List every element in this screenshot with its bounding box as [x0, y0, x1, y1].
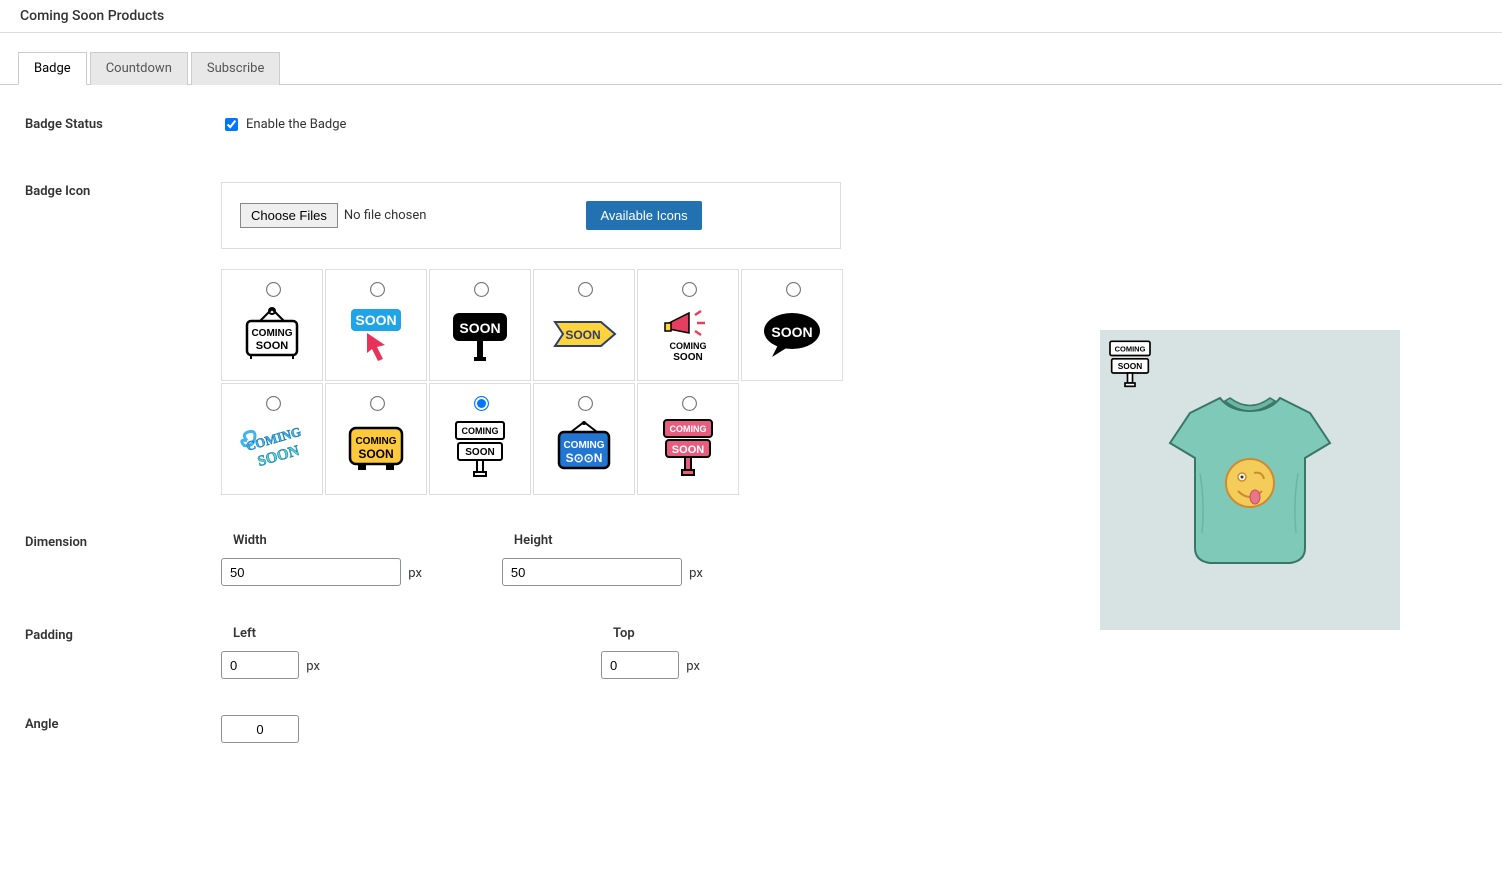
icon-option-11[interactable]: COMING SOON — [637, 383, 739, 495]
preview-badge-icon: COMING SOON — [1106, 338, 1154, 392]
badge-preview: COMING SOON — [1100, 330, 1400, 630]
icon-option-7[interactable]: COMING SOON — [221, 383, 323, 495]
padding-top-input[interactable] — [601, 651, 679, 679]
height-input[interactable] — [502, 558, 682, 586]
coming-soon-outline-sign-icon: COMING SOON — [444, 418, 516, 478]
svg-text:SOON: SOON — [459, 320, 500, 336]
height-unit: px — [689, 566, 703, 581]
icon-option-6[interactable]: SOON — [741, 269, 843, 381]
padding-top-label: Top — [613, 626, 700, 641]
coming-soon-megaphone-icon: COMING SOON — [652, 304, 724, 364]
svg-text:SOON: SOON — [673, 352, 702, 363]
tab-subscribe[interactable]: Subscribe — [191, 52, 280, 85]
coming-soon-pink-icon: COMING SOON — [652, 418, 724, 478]
icon-option-5[interactable]: COMING SOON — [637, 269, 739, 381]
svg-text:COMING: COMING — [1115, 344, 1146, 353]
tab-countdown[interactable]: Countdown — [90, 52, 188, 85]
svg-text:SOON: SOON — [256, 340, 288, 352]
icon-radio-3[interactable] — [474, 282, 489, 297]
svg-text:SOON: SOON — [565, 328, 600, 342]
svg-text:COMING: COMING — [670, 424, 707, 434]
width-unit: px — [408, 566, 422, 581]
icon-radio-4[interactable] — [578, 282, 593, 297]
padding-label: Padding — [25, 626, 221, 679]
angle-label: Angle — [25, 715, 221, 743]
soon-black-sign-icon: SOON — [444, 304, 516, 364]
available-icons-button[interactable]: Available Icons — [586, 201, 701, 230]
height-label: Height — [514, 533, 703, 548]
svg-text:SOON: SOON — [355, 312, 396, 328]
angle-input[interactable] — [221, 715, 299, 743]
choose-files-button[interactable]: Choose Files — [240, 203, 338, 228]
svg-text:SOON: SOON — [771, 324, 812, 340]
page-title: Coming Soon Products — [0, 0, 1502, 33]
coming-soon-sign-icon: COMING SOON — [236, 304, 308, 364]
icon-option-1[interactable]: COMING SOON — [221, 269, 323, 381]
svg-text:COMING: COMING — [563, 440, 604, 451]
icon-radio-10[interactable] — [578, 396, 593, 411]
enable-badge-text: Enable the Badge — [246, 117, 346, 132]
soon-yellow-arrow-icon: SOON — [548, 304, 620, 364]
coming-soon-neon-icon: COMING SOON — [236, 418, 308, 478]
preview-product-image — [1150, 383, 1350, 577]
tabs: Badge Countdown Subscribe — [0, 51, 1502, 85]
svg-text:SOON: SOON — [358, 447, 393, 461]
enable-badge-checkbox[interactable] — [225, 118, 238, 131]
svg-text:S⊙⊙N: S⊙⊙N — [566, 451, 603, 465]
padding-left-label: Left — [233, 626, 521, 641]
tab-badge[interactable]: Badge — [18, 52, 87, 85]
icon-option-2[interactable]: SOON — [325, 269, 427, 381]
icon-radio-9[interactable] — [474, 396, 489, 411]
icon-option-4[interactable]: SOON — [533, 269, 635, 381]
icon-radio-1[interactable] — [266, 282, 281, 297]
file-status: No file chosen — [344, 208, 427, 223]
svg-text:SOON: SOON — [1118, 361, 1143, 371]
icon-option-10[interactable]: COMING S⊙⊙N — [533, 383, 635, 495]
padding-top-unit: px — [686, 659, 700, 674]
svg-text:SOON: SOON — [672, 444, 704, 456]
svg-text:COMING: COMING — [251, 328, 292, 339]
soon-cursor-arrow-icon: SOON — [340, 304, 412, 364]
icon-radio-6[interactable] — [786, 282, 801, 297]
dimension-label: Dimension — [25, 533, 221, 586]
padding-left-input[interactable] — [221, 651, 299, 679]
soon-black-bubble-icon: SOON — [756, 304, 828, 364]
coming-soon-yellow-icon: COMING SOON — [340, 418, 412, 478]
icon-radio-7[interactable] — [266, 396, 281, 411]
svg-text:SOON: SOON — [465, 447, 494, 458]
icon-radio-8[interactable] — [370, 396, 385, 411]
icon-option-3[interactable]: SOON — [429, 269, 531, 381]
svg-text:COMING: COMING — [670, 341, 707, 351]
file-upload-box: Choose Files No file chosen Available Ic… — [221, 182, 841, 249]
badge-icon-label: Badge Icon — [25, 182, 221, 495]
width-label: Width — [233, 533, 422, 548]
svg-text:COMING: COMING — [462, 426, 499, 436]
icon-radio-2[interactable] — [370, 282, 385, 297]
svg-text:COMING: COMING — [355, 436, 396, 447]
icon-radio-11[interactable] — [682, 396, 697, 411]
padding-left-unit: px — [306, 659, 320, 674]
width-input[interactable] — [221, 558, 401, 586]
icon-option-9[interactable]: COMING SOON — [429, 383, 531, 495]
icon-grid: COMING SOON SOON — [221, 269, 843, 495]
badge-status-label: Badge Status — [25, 115, 221, 134]
icon-option-8[interactable]: COMING SOON — [325, 383, 427, 495]
icon-radio-5[interactable] — [682, 282, 697, 297]
coming-soon-blue-icon: COMING S⊙⊙N — [548, 418, 620, 478]
